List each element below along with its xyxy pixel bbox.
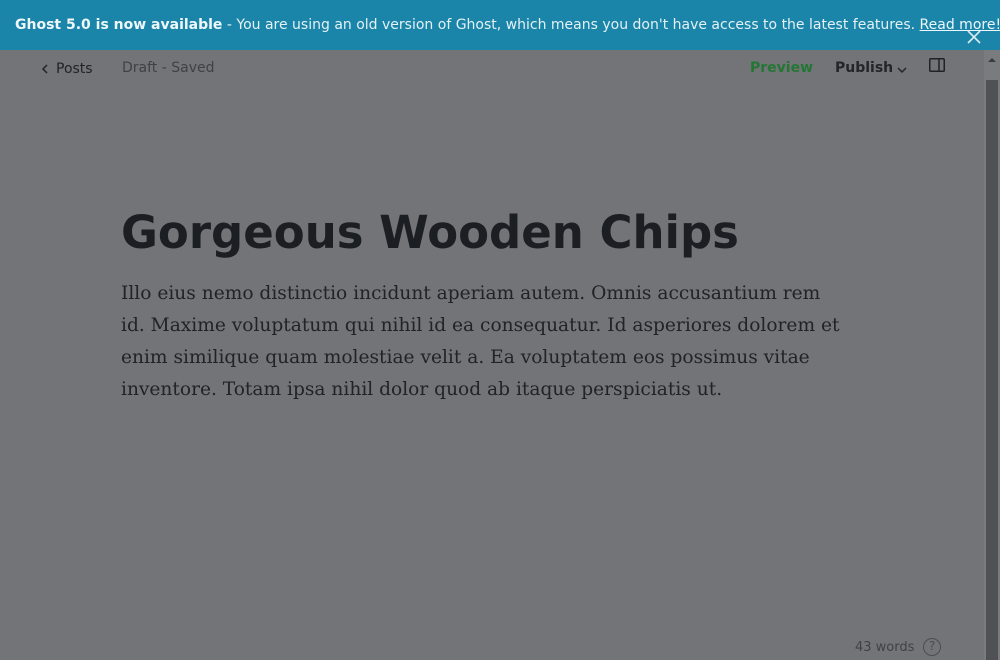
back-label: Posts	[56, 61, 93, 77]
scrollbar-thumb[interactable]	[986, 80, 998, 660]
word-count: 43 words	[855, 640, 915, 655]
post-title[interactable]: Gorgeous Wooden Chips	[121, 205, 881, 261]
banner-headline: Ghost 5.0 is now available	[15, 17, 223, 33]
chevron-down-icon	[897, 66, 907, 73]
upgrade-banner: Ghost 5.0 is now available - You are usi…	[0, 0, 1000, 50]
sidebar-toggle-icon[interactable]	[929, 57, 945, 72]
help-icon[interactable]: ?	[923, 638, 941, 656]
read-more-link[interactable]: Read more!	[920, 17, 1000, 33]
editor-header: Posts Draft - Saved Preview Publish	[0, 50, 984, 86]
editor-app: Ghost 5.0 is now available - You are usi…	[0, 0, 1000, 660]
chevron-left-icon	[41, 64, 48, 74]
banner-message: - You are using an old version of Ghost,…	[222, 17, 920, 33]
post-body[interactable]: Illo eius nemo distinctio incidunt aperi…	[121, 278, 841, 406]
publish-label: Publish	[835, 60, 894, 76]
scrollbar[interactable]	[984, 50, 1000, 660]
preview-button[interactable]: Preview	[750, 60, 813, 76]
publish-button[interactable]: Publish	[835, 60, 907, 76]
close-icon[interactable]	[966, 16, 982, 44]
scroll-up-icon[interactable]	[988, 56, 996, 64]
save-status: Draft - Saved	[122, 60, 215, 76]
back-to-posts-link[interactable]: Posts	[40, 60, 93, 78]
